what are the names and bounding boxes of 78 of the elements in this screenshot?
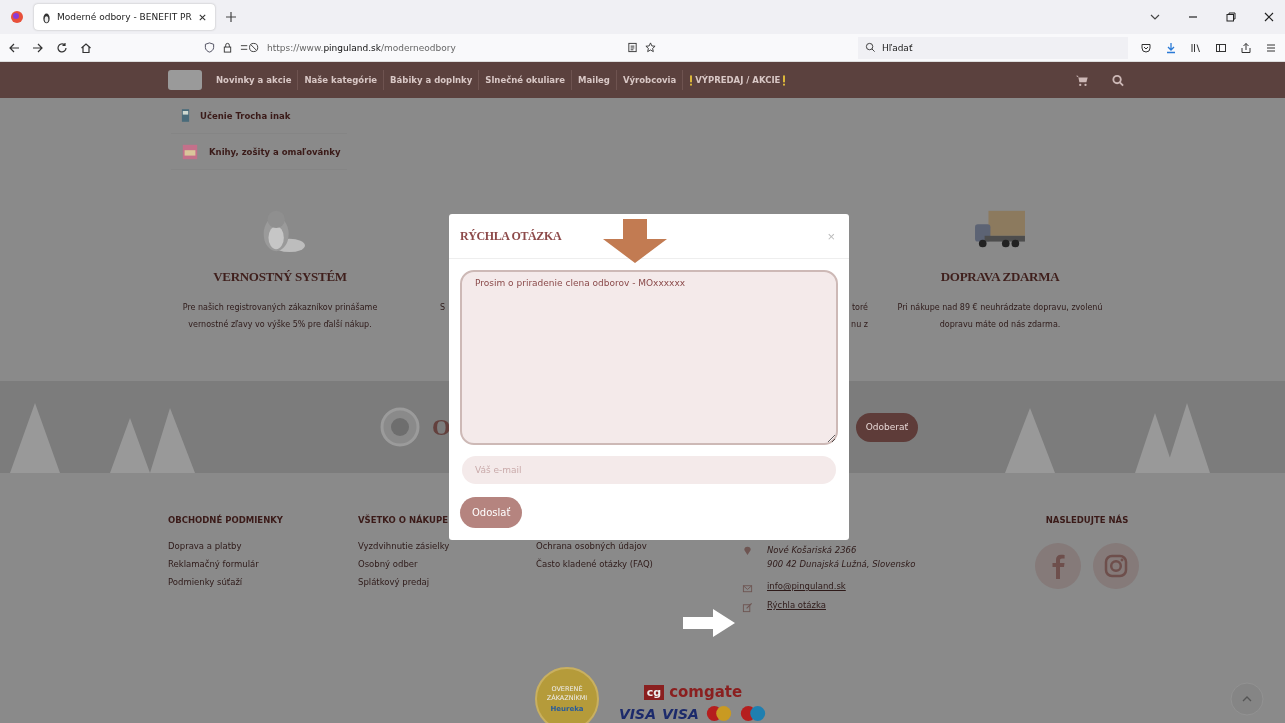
close-icon[interactable] xyxy=(197,12,207,22)
footer-link[interactable]: Osobný odber xyxy=(358,555,418,573)
footer-link[interactable]: Často kladené otázky (FAQ) xyxy=(536,555,653,573)
maestro-icon xyxy=(738,705,767,722)
lock-icon[interactable] xyxy=(222,42,233,53)
pocket-icon[interactable] xyxy=(1140,41,1152,54)
footer-link[interactable]: Vyzdvihnutie zásielky xyxy=(358,537,450,555)
book-icon xyxy=(181,108,190,123)
send-button[interactable]: Odoslať xyxy=(460,497,523,528)
footer-link[interactable]: Podmienky súťaží xyxy=(168,573,243,591)
nav-link[interactable]: Novinky a akcie xyxy=(210,75,298,85)
nav-link[interactable]: VÝPREDAJ / AKCIE xyxy=(683,74,793,86)
location-pin-icon xyxy=(742,545,753,556)
feature-text: Pri nákupe nad 89 € neuhrádzate dopravu, zvolenú dopravu máte od nás zdarma. xyxy=(896,302,1104,331)
email-field[interactable]: Váš e-mail xyxy=(462,456,836,484)
home-icon[interactable] xyxy=(80,41,92,54)
reload-icon[interactable] xyxy=(56,41,68,54)
search-field[interactable]: Hľadať xyxy=(858,36,1128,59)
new-tab-icon[interactable] xyxy=(224,11,237,23)
footer-link[interactable]: Ochrana osobných údajov xyxy=(536,537,647,555)
nav-link[interactable]: Maileg xyxy=(572,75,616,85)
footer-heading: OBCHODNÉ PODMIENKY xyxy=(168,515,283,527)
nav-link[interactable]: Naše kategórie xyxy=(298,75,384,85)
menu-icon[interactable] xyxy=(1265,41,1277,54)
book-icon xyxy=(181,142,199,161)
search-icon[interactable] xyxy=(1111,73,1125,87)
share-icon[interactable] xyxy=(1240,41,1252,54)
nav-link[interactable]: Bábiky a doplnky xyxy=(384,75,479,85)
address-text: 900 42 Dunajská Lužná, Slovensko xyxy=(767,558,916,571)
envelope-icon xyxy=(742,583,753,594)
newsletter-heading: O xyxy=(432,413,451,441)
sidebar-icon[interactable] xyxy=(1215,41,1227,54)
footer-heading: VŠETKO O NÁKUPE xyxy=(358,515,448,527)
message-field[interactable]: Prosim o priradenie clena odborov - MOxxxxxx xyxy=(460,270,838,445)
comgate-logo-mark: cg xyxy=(643,684,665,700)
feature-title: DOPRAVA ZDARMA xyxy=(940,269,1060,286)
quick-question-link[interactable]: Rýchla otázka xyxy=(767,600,826,610)
exclamation-icon xyxy=(689,74,694,86)
cart-icon[interactable] xyxy=(1075,73,1089,87)
star-icon[interactable] xyxy=(645,42,656,53)
browser-tab[interactable]: Moderné odbory - BENEFIT PR xyxy=(34,4,215,30)
mastercard-icon xyxy=(704,705,733,722)
url-text[interactable]: https://www.pinguland.sk/moderneodbory xyxy=(267,42,456,53)
feature-title: VERNOSTNÝ SYSTÉM xyxy=(213,269,347,286)
down-arrow-icon xyxy=(603,219,667,263)
feature-text: toré xyxy=(851,301,868,314)
email-link[interactable]: info@pinguland.sk xyxy=(767,581,846,591)
visa-logo: VISA xyxy=(661,705,699,722)
feature-text: nu z xyxy=(851,319,868,331)
close-icon[interactable] xyxy=(1263,11,1275,23)
footer-link[interactable]: Reklamačný formulár xyxy=(168,555,259,573)
footer-link[interactable]: Splátkový predaj xyxy=(358,573,430,591)
penguin-icon xyxy=(42,10,51,24)
exclamation-icon xyxy=(782,74,787,86)
reader-view-icon[interactable] xyxy=(627,42,638,53)
subscribe-button[interactable]: Odoberať xyxy=(855,412,918,442)
address-text: Nové Košariská 2366 xyxy=(767,544,858,557)
feature-text: S xyxy=(440,302,446,314)
back-icon[interactable] xyxy=(8,41,20,54)
edit-icon xyxy=(742,602,753,613)
nav-link[interactable]: Výrobcovia xyxy=(616,75,683,85)
feature-text: Pre našich registrovaných zákazníkov prinášame vernostné zľavy vo výške 5% pre ďalší nákup. xyxy=(181,301,379,331)
footer-link[interactable]: Doprava a platby xyxy=(168,537,242,555)
right-arrow-icon xyxy=(683,609,735,637)
restore-icon[interactable] xyxy=(1225,11,1237,23)
visa-logo: VISA xyxy=(619,705,656,722)
dialog-title: RÝCHLA OTÁZKA xyxy=(460,228,562,244)
permissions-icon[interactable] xyxy=(240,42,260,53)
shield-icon[interactable] xyxy=(204,42,215,53)
browser-logo-icon[interactable] xyxy=(10,10,24,24)
forward-icon[interactable] xyxy=(32,41,44,54)
menu-item[interactable]: Učenie Trocha inak xyxy=(171,98,347,134)
download-icon[interactable] xyxy=(1165,41,1177,54)
comgate-logo-text: comgate xyxy=(669,683,743,701)
menu-item[interactable]: Knihy, zošity a omaľovánky xyxy=(171,134,347,170)
footer-heading: NASLEDUJTE NÁS xyxy=(1045,515,1129,527)
nav-link[interactable]: Slnečné okuliare xyxy=(479,75,572,85)
library-icon[interactable] xyxy=(1190,41,1202,54)
